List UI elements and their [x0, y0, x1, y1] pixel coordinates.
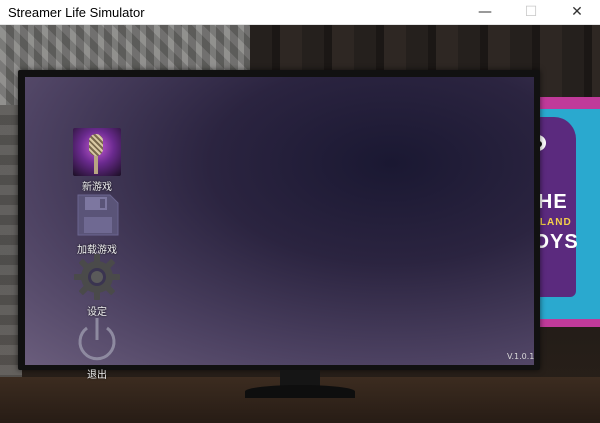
- game-window: Streamer Life Simulator — ☐ ✕ WHE WE LAN…: [0, 0, 600, 423]
- close-button[interactable]: ✕: [554, 0, 600, 25]
- quit-button[interactable]: 退出: [62, 316, 132, 381]
- maximize-button[interactable]: ☐: [508, 0, 554, 25]
- title-bar: Streamer Life Simulator — ☐ ✕: [0, 0, 600, 25]
- load-game-button[interactable]: 加载游戏: [62, 191, 132, 256]
- floppy-disk-icon: [77, 194, 119, 236]
- power-icon: [78, 318, 116, 361]
- minimize-button[interactable]: —: [462, 0, 508, 25]
- window-title: Streamer Life Simulator: [8, 4, 145, 20]
- settings-button[interactable]: 设定: [62, 253, 132, 318]
- new-game-button[interactable]: 新游戏: [62, 128, 132, 193]
- monitor-stand-base: [245, 385, 355, 398]
- version-text: V.1.0.1: [507, 352, 535, 361]
- microphone-icon: [73, 128, 121, 176]
- quit-label: 退出: [87, 370, 107, 381]
- gear-icon: [74, 254, 120, 300]
